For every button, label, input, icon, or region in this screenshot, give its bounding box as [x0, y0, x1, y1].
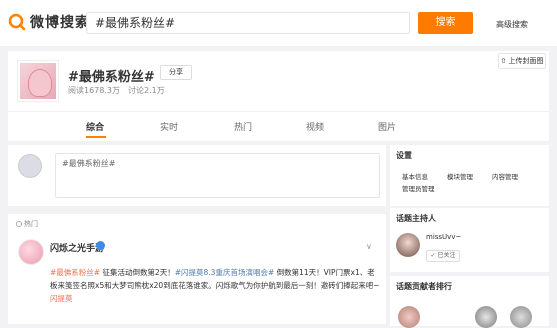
chevron-down-icon[interactable]: ∨	[366, 242, 372, 251]
post-author-avatar[interactable]	[18, 239, 44, 265]
read-count: 阅读1678.3万	[68, 86, 120, 95]
tab-hot[interactable]: 热门	[234, 120, 252, 133]
hot-label-text: 热门	[24, 220, 38, 228]
share-button[interactable]: 分享	[160, 65, 192, 80]
search-button[interactable]: 搜索	[418, 12, 473, 34]
topic-stats: 阅读1678.3万 讨论2.1万	[68, 85, 165, 96]
verified-icon	[96, 241, 105, 250]
hot-section-label: 热门	[16, 219, 38, 229]
user-avatar[interactable]	[18, 154, 42, 178]
discuss-count: 讨论2.1万	[128, 86, 165, 95]
tab-realtime[interactable]: 实时	[160, 120, 178, 133]
mention-link[interactable]: 闪提莫	[50, 294, 73, 303]
settings-content-manage[interactable]: 内容管理	[492, 171, 518, 181]
topic-link[interactable]: #闪提莫8.3重庆首场演唱会#	[175, 268, 275, 277]
settings-module-manage[interactable]: 模块管理	[447, 171, 473, 181]
contributor-avatar[interactable]	[510, 306, 532, 328]
hot-icon	[16, 221, 22, 227]
weibo-search-logo[interactable]: 微博搜索	[8, 12, 90, 32]
upload-cover-label: 上传封面图	[508, 57, 544, 65]
compose-card: #最佛系粉丝#	[8, 145, 386, 206]
topic-header-card: #最佛系粉丝# 分享 阅读1678.3万 讨论2.1万 ⇧ 上传封面图 综合 实…	[8, 51, 549, 141]
post-text: #最佛系粉丝# 征集活动倒数第2天！#闪提莫8.3重庆首场演唱会# 倒数第11天…	[50, 266, 380, 305]
topic-title: #最佛系粉丝#	[68, 70, 155, 85]
topic-cover-image	[18, 61, 58, 101]
upload-cover-button[interactable]: ⇧ 上传封面图	[498, 53, 546, 69]
settings-title: 设置	[396, 151, 412, 160]
topic-link[interactable]: #最佛系粉丝#	[50, 268, 100, 277]
contributor-avatar[interactable]	[398, 306, 420, 328]
upload-icon: ⇧	[500, 57, 509, 65]
tab-video[interactable]: 视频	[306, 120, 324, 133]
top-bar: 微博搜索 #最佛系粉丝# 搜索 高级搜索	[0, 0, 557, 46]
compose-textarea[interactable]: #最佛系粉丝#	[55, 153, 380, 198]
logo-text: 微博搜索	[30, 15, 90, 31]
host-title: 话题主持人	[396, 214, 436, 223]
contributor-avatar[interactable]	[475, 306, 497, 328]
advanced-search-link[interactable]: 高级搜索	[496, 19, 528, 30]
topic-host-card: 话题主持人 missUvv~ ✓ 已关注	[390, 208, 549, 272]
active-tab-indicator	[86, 136, 106, 138]
feed-card: 热门 闪烁之光手游 ∨ #最佛系粉丝# 征集活动倒数第2天！#闪提莫8.3重庆首…	[8, 214, 386, 324]
rank-title: 话题贡献者排行	[396, 282, 452, 291]
followed-button[interactable]: ✓ 已关注	[426, 250, 460, 262]
tab-pictures[interactable]: 图片	[378, 120, 396, 133]
settings-admin-manage[interactable]: 管理员管理	[402, 183, 435, 193]
host-avatar[interactable]	[396, 233, 420, 257]
search-input[interactable]: #最佛系粉丝#	[86, 12, 410, 34]
followed-label: 已关注	[437, 252, 456, 259]
tab-general[interactable]: 综合	[86, 120, 104, 133]
settings-card: 设置 基本信息 模块管理 内容管理 管理员管理	[390, 145, 549, 206]
topic-tabs: 综合 实时 热门 视频 图片	[8, 111, 549, 141]
search-logo-icon	[8, 13, 26, 31]
host-name[interactable]: missUvv~	[426, 233, 461, 241]
settings-basic-info[interactable]: 基本信息	[402, 171, 428, 181]
post-text-segment: 征集活动倒数第2天！	[100, 268, 175, 277]
